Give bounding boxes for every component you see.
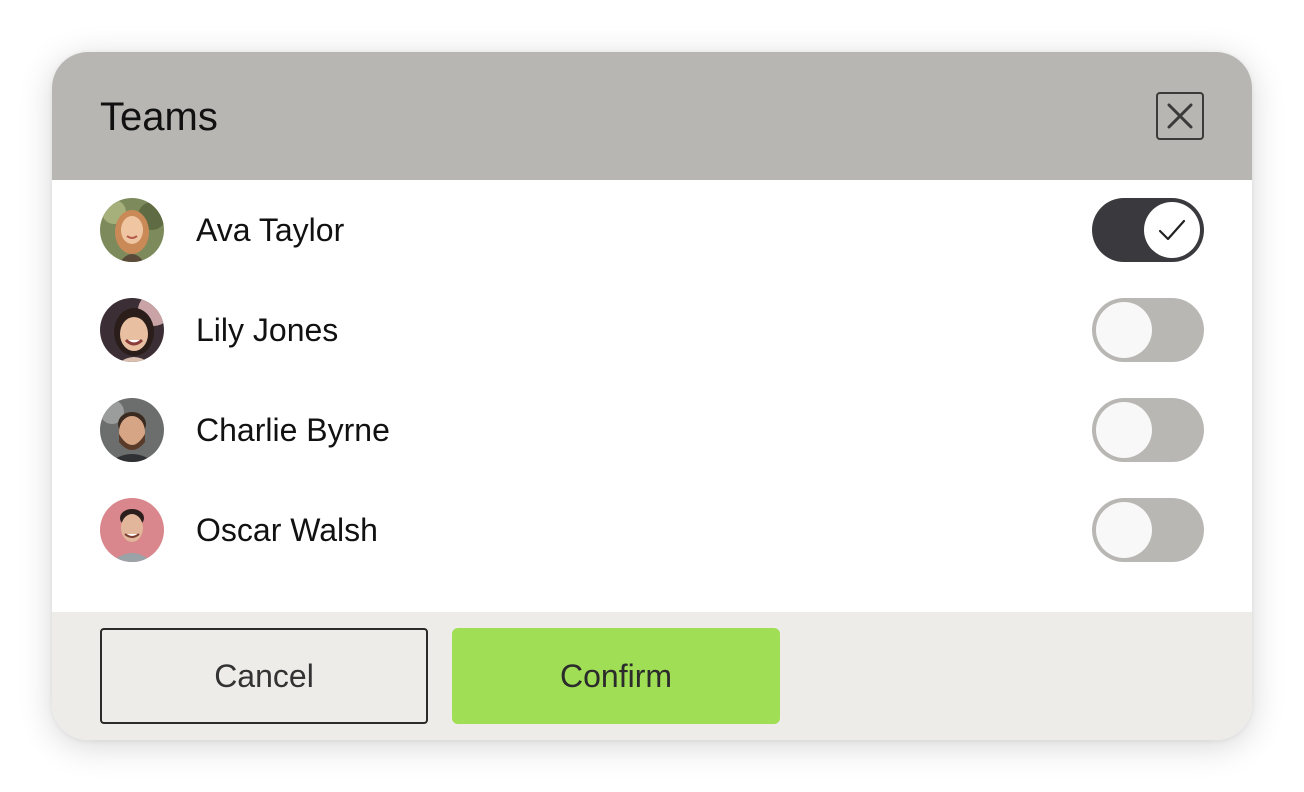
member-toggle[interactable] xyxy=(1092,398,1204,462)
teams-dialog: Teams Ava Taylor Lily Jones Charlie Byrn… xyxy=(52,52,1252,740)
confirm-button[interactable]: Confirm xyxy=(452,628,780,724)
cancel-button[interactable]: Cancel xyxy=(100,628,428,724)
member-name: Charlie Byrne xyxy=(196,412,390,448)
close-icon xyxy=(1167,103,1193,129)
avatar xyxy=(100,498,164,562)
dialog-header: Teams xyxy=(52,52,1252,180)
avatar xyxy=(100,398,164,462)
toggle-knob xyxy=(1144,202,1200,258)
close-button[interactable] xyxy=(1156,92,1204,140)
toggle-knob xyxy=(1096,402,1152,458)
avatar xyxy=(100,298,164,362)
toggle-knob xyxy=(1096,502,1152,558)
member-row: Lily Jones xyxy=(52,280,1252,380)
dialog-footer: Cancel Confirm xyxy=(52,612,1252,740)
dialog-title: Teams xyxy=(100,95,218,139)
member-toggle[interactable] xyxy=(1092,198,1204,262)
member-toggle[interactable] xyxy=(1092,498,1204,562)
check-icon xyxy=(1158,219,1186,241)
toggle-knob xyxy=(1096,302,1152,358)
member-list: Ava Taylor Lily Jones Charlie Byrne Osca… xyxy=(52,180,1252,612)
member-name: Oscar Walsh xyxy=(196,512,378,548)
member-row: Ava Taylor xyxy=(52,180,1252,280)
member-row: Charlie Byrne xyxy=(52,380,1252,480)
member-name: Lily Jones xyxy=(196,312,339,348)
member-row: Oscar Walsh xyxy=(52,480,1252,580)
avatar xyxy=(100,198,164,262)
member-toggle[interactable] xyxy=(1092,298,1204,362)
member-name: Ava Taylor xyxy=(196,212,345,248)
